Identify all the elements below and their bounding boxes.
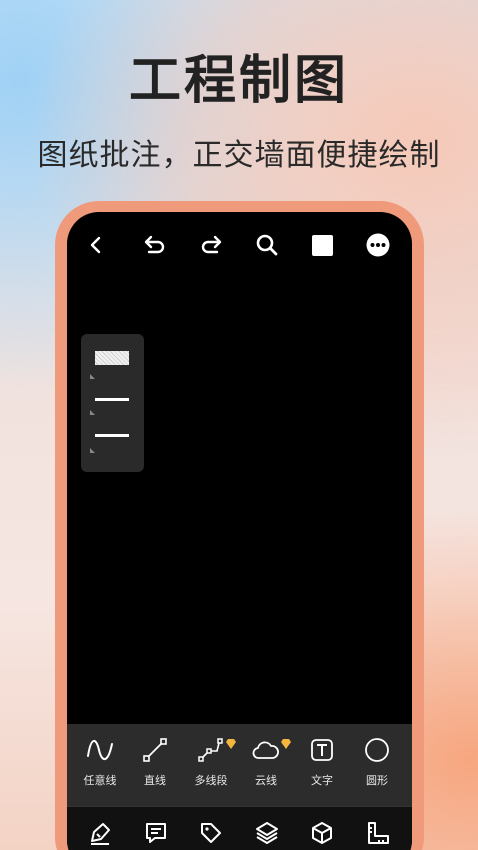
tool-cloud[interactable]: 云线 [238, 736, 294, 796]
app-screen: 任意线 直线 多线段 云线 文字 圆形 [67, 212, 412, 850]
promo-title: 工程制图 [128, 51, 349, 111]
circle-icon [363, 736, 391, 764]
tool-line[interactable]: 直线 [127, 736, 183, 796]
layer-corner-marker [90, 374, 95, 379]
tool-label: 直线 [144, 774, 166, 787]
tool-circle[interactable]: 圆形 [349, 736, 405, 796]
tool-label: 多线段 [194, 774, 228, 787]
layers-icon[interactable] [253, 819, 281, 847]
more-icon[interactable] [363, 230, 393, 260]
text-icon [308, 736, 336, 764]
redo-icon[interactable] [196, 230, 226, 260]
tool-tray: 任意线 直线 多线段 云线 文字 圆形 [67, 724, 412, 806]
bottom-nav [67, 806, 412, 850]
cloud-icon [252, 736, 280, 764]
tool-label: 任意线 [83, 774, 117, 787]
undo-icon[interactable] [140, 230, 170, 260]
top-toolbar [67, 230, 412, 260]
layer-corner-marker [90, 448, 95, 453]
draw-icon[interactable] [86, 819, 114, 847]
back-icon[interactable] [81, 230, 111, 260]
premium-badge-icon [280, 734, 292, 749]
search-icon[interactable] [252, 230, 282, 260]
tag-icon[interactable] [197, 819, 225, 847]
promo-subtitle: 图纸批注，正交墙面便捷绘制 [37, 138, 441, 173]
tool-label: 云线 [255, 774, 277, 787]
tray-pointer [93, 798, 105, 804]
comment-icon[interactable] [142, 819, 170, 847]
layers-panel [81, 334, 144, 472]
square-icon[interactable] [307, 230, 337, 260]
tool-text[interactable]: 文字 [294, 736, 350, 796]
layer-line[interactable] [95, 434, 129, 437]
cube-icon[interactable] [308, 819, 336, 847]
layer-line[interactable] [95, 398, 129, 401]
tool-label: 圆形 [366, 774, 388, 787]
premium-badge-icon [225, 734, 237, 749]
polyline-icon [197, 736, 225, 764]
line-icon [141, 736, 169, 764]
tool-polyline[interactable]: 多线段 [183, 736, 239, 796]
tool-freehand[interactable]: 任意线 [72, 736, 128, 796]
layer-corner-marker [90, 410, 95, 415]
ruler-icon[interactable] [364, 819, 392, 847]
layer-hatched[interactable] [95, 351, 129, 365]
tool-label: 文字 [311, 774, 333, 787]
freehand-icon [86, 736, 114, 764]
